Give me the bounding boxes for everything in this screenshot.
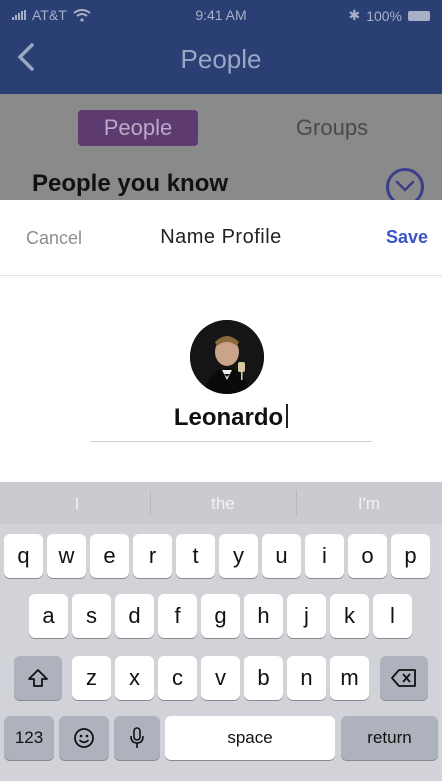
modal-title: Name Profile [160,226,282,248]
nav-bar: People [0,28,442,94]
suggestion-3[interactable]: I'm [314,494,424,514]
name-input[interactable]: Leonardo [90,398,372,442]
section-title: People you know [32,170,229,197]
key-f[interactable]: f [158,594,197,638]
key-o[interactable]: o [348,534,387,578]
key-z[interactable]: z [72,656,111,700]
key-n[interactable]: n [287,656,326,700]
modal-header: Cancel Name Profile Save [0,200,442,276]
battery-percent: 100% [366,7,402,24]
save-button[interactable]: Save [386,227,428,248]
keyboard: I the I'm q w e r t y u i o p a s d f g … [0,482,442,781]
background-app: AT&T 9:41 AM ✱ 100% People People Groups… [0,0,442,200]
nav-title: People [180,44,262,74]
key-g[interactable]: g [201,594,240,638]
name-profile-modal: Cancel Name Profile Save Leonardo [0,200,442,482]
suggestion-1[interactable]: I [22,494,132,514]
status-right: ✱ 100% [348,7,430,24]
chevron-down-icon [395,180,415,192]
space-key[interactable]: space [165,716,335,760]
status-bar: AT&T 9:41 AM ✱ 100% [0,0,442,28]
expand-button[interactable] [386,168,424,200]
key-y[interactable]: y [219,534,258,578]
key-c[interactable]: c [158,656,197,700]
key-d[interactable]: d [115,594,154,638]
shift-key[interactable] [14,656,62,700]
key-e[interactable]: e [90,534,129,578]
key-b[interactable]: b [244,656,283,700]
key-x[interactable]: x [115,656,154,700]
key-u[interactable]: u [262,534,301,578]
return-key[interactable]: return [341,716,438,760]
profile-photo-icon [190,320,264,394]
key-m[interactable]: m [330,656,369,700]
tab-groups[interactable]: Groups [272,110,392,146]
microphone-icon [130,727,144,748]
dictation-key[interactable] [114,716,160,760]
battery-icon [408,10,430,21]
numbers-key[interactable]: 123 [4,716,54,760]
text-cursor [286,404,289,428]
key-q[interactable]: q [4,534,43,578]
key-s[interactable]: s [72,594,111,638]
key-j[interactable]: j [287,594,326,638]
backspace-key[interactable] [380,656,428,700]
emoji-icon [74,728,94,748]
key-t[interactable]: t [176,534,215,578]
backspace-icon [391,669,416,687]
name-value: Leonardo [173,404,284,431]
key-i[interactable]: i [305,534,344,578]
suggestion-divider [150,490,151,516]
key-k[interactable]: k [330,594,369,638]
suggestion-divider [296,490,297,516]
emoji-key[interactable] [59,716,109,760]
tab-people[interactable]: People [78,110,198,146]
avatar[interactable] [190,320,264,394]
key-a[interactable]: a [29,594,68,638]
key-w[interactable]: w [47,534,86,578]
key-h[interactable]: h [244,594,283,638]
key-r[interactable]: r [133,534,172,578]
suggestion-2[interactable]: the [168,494,278,514]
key-v[interactable]: v [201,656,240,700]
key-p[interactable]: p [391,534,430,578]
suggestion-bar: I the I'm [0,482,442,524]
name-input-text: Leonardo [90,404,372,432]
shift-icon [28,669,48,687]
bluetooth-icon: ✱ [348,7,361,23]
segment-control: People Groups [0,110,442,146]
key-l[interactable]: l [373,594,412,638]
